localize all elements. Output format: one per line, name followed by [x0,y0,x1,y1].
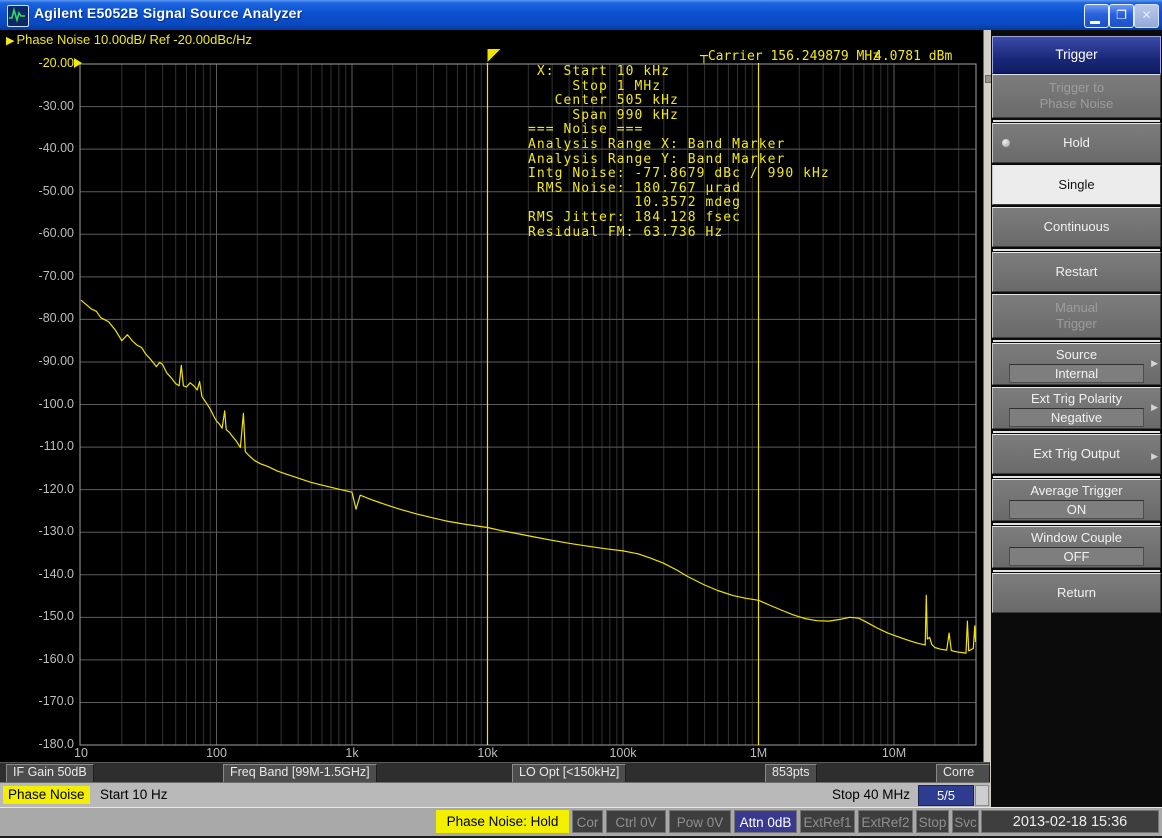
y-axis-label: -130.0 [2,524,74,538]
status-svc: Svc [952,810,979,833]
y-axis-label: -160.0 [2,652,74,666]
y-axis-label: -40.00 [2,141,74,155]
carrier-frequency-label: ┬Carrier 156.249879 MHz [700,49,880,64]
carrier-power-label: 4.0781 dBm [874,49,952,64]
plot-header: ▶Phase Noise 10.00dB/ Ref -20.00dBc/Hz [6,32,252,47]
y-axis-label: -110.0 [2,439,74,453]
softkey-label: Average Trigger [993,483,1160,498]
softkey-label: Window Couple [993,530,1160,545]
instrument-status-bar: Phase Noise: Hold Cor Ctrl 0V Pow 0V Att… [0,807,1162,838]
softkey-label: Source [993,347,1160,362]
menu-separator [993,249,1160,251]
active-measurement-tag[interactable]: Phase Noise [3,786,90,804]
freq-band-button[interactable]: Freq Band [99M-1.5GHz] [223,764,377,783]
minimize-button[interactable] [1084,4,1109,28]
softkey-value: Negative [1009,408,1144,427]
sidebar-button-trigger-to-phase-noise: Trigger to Phase Noise [992,74,1161,118]
y-axis-label: -60.00 [2,226,74,240]
x-axis-label: 100k [603,746,643,760]
status-extref1: ExtRef1 [800,810,855,833]
plot-canvas [0,30,984,762]
status-ctrl: Ctrl 0V [606,810,666,833]
y-axis-label: -20.00 [2,56,74,70]
y-axis-label: -50.00 [2,184,74,198]
page-indicator[interactable]: 5/5 [918,785,974,806]
measurement-status-badge: Phase Noise: Hold [436,810,569,833]
x-axis-label: 10M [874,746,914,760]
y-axis-label: -70.00 [2,269,74,283]
restore-button[interactable]: ❐ [1109,4,1134,28]
measurement-settings-bar: IF Gain 50dB Freq Band [99M-1.5GHz] LO O… [0,762,990,782]
y-axis-label: -30.00 [2,99,74,113]
sidebar-button-manual-trigger: Manual Trigger [992,294,1161,338]
status-extref2: ExtRef2 [858,810,913,833]
softkey-menu: Trigger Trigger to Phase Noise HoldSingle… [991,30,1162,807]
softkey-value: Internal [1009,364,1144,383]
app-icon [7,5,29,27]
selected-bullet-icon [1002,139,1010,147]
sidebar-button-average-trigger[interactable]: Average Trigger ON [992,479,1161,521]
sidebar-button-source[interactable]: Source Internal ▶ [992,343,1161,385]
y-axis-label: -80.00 [2,311,74,325]
menu-separator [993,523,1160,525]
status-datetime: 2013-02-18 15:36 [981,810,1159,833]
sidebar-button-single[interactable]: Single [992,165,1161,205]
y-axis-label: -140.0 [2,567,74,581]
points-button[interactable]: 853pts [765,764,817,783]
submenu-arrow-icon: ▶ [1151,402,1158,413]
close-button[interactable]: ✕ [1134,4,1159,28]
status-cor: Cor [572,810,603,833]
sidebar-button-return[interactable]: Return [992,573,1161,613]
sidebar-button-window-couple[interactable]: Window Couple OFF [992,526,1161,568]
softkey-value: ON [1009,500,1144,519]
sweep-stop-label: Stop 40 MHz [832,787,910,802]
sweep-range-bar: Phase Noise Start 10 Hz Stop 40 MHz 5/5 [0,782,990,807]
x-axis-label: 1M [739,746,779,760]
menu-separator [993,570,1160,572]
y-axis-label: -170.0 [2,694,74,708]
sidebar-button-hold[interactable]: Hold [992,123,1161,163]
submenu-arrow-icon: ▶ [1151,448,1158,464]
x-axis-label: 1k [332,746,372,760]
sidebar-button-ext-trig-polarity[interactable]: Ext Trig Polarity Negative ▶ [992,387,1161,429]
noise-analysis-readout: X: Start 10 kHz Stop 1 MHz Center 505 kH… [528,65,830,240]
correlation-button[interactable]: Corre 5 [936,764,990,783]
softkey-value: OFF [1009,547,1144,566]
sidebar-button-ext-trig-output[interactable]: Ext Trig Output▶ [992,434,1161,474]
menu-separator [993,476,1160,478]
x-axis-label: 10k [468,746,508,760]
reference-level-arrow-icon [74,58,82,68]
window-titlebar[interactable]: Agilent E5052B Signal Source Analyzer ❐ … [0,0,1162,31]
plot-scale-label: Phase Noise 10.00dB/ Ref -20.00dBc/Hz [16,32,252,47]
band-marker-flag-icon [488,49,501,62]
y-axis-label: -100.0 [2,397,74,411]
x-axis-label: 100 [197,746,237,760]
sidebar-button-continuous[interactable]: Continuous [992,207,1161,247]
if-gain-button[interactable]: IF Gain 50dB [6,764,94,783]
y-axis-label: -120.0 [2,482,74,496]
submenu-arrow-icon: ▶ [1151,358,1158,369]
phase-noise-plot: ▶Phase Noise 10.00dB/ Ref -20.00dBc/Hz ┬… [0,30,984,762]
menu-separator [993,431,1160,433]
menu-separator [993,340,1160,342]
x-axis-label: 10 [61,746,101,760]
status-attn: Attn 0dB [734,810,797,833]
page-indicator-spacer [975,785,989,806]
status-pow: Pow 0V [669,810,731,833]
menu-separator [993,120,1160,122]
active-trace-marker-icon: ▶ [6,35,14,47]
minimize-icon [1090,21,1100,24]
menu-title: Trigger [992,36,1161,74]
window-title: Agilent E5052B Signal Source Analyzer [34,5,302,21]
sweep-start-label: Start 10 Hz [100,787,168,802]
sidebar-button-restart[interactable]: Restart [992,252,1161,292]
softkey-label: Ext Trig Polarity [993,391,1160,406]
status-stop: Stop [916,810,949,833]
y-axis-label: -90.00 [2,354,74,368]
y-axis-label: -150.0 [2,609,74,623]
lo-opt-button[interactable]: LO Opt [<150kHz] [512,764,626,783]
